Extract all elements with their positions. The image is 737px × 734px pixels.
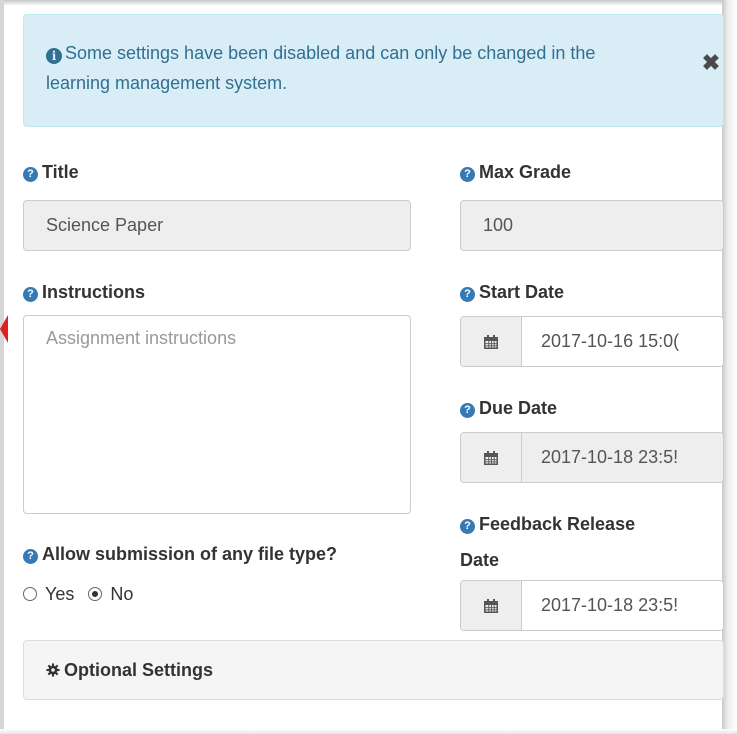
instructions-label: ? Instructions <box>23 280 145 304</box>
info-circle-icon: i <box>46 48 62 64</box>
calendar-icon <box>484 450 498 465</box>
radio-yes[interactable] <box>23 587 37 601</box>
due-date-group: 2017-10-18 23:5! <box>460 432 724 483</box>
feedback-release-date-input[interactable]: 2017-10-18 23:5! <box>522 581 723 630</box>
help-icon[interactable]: ? <box>23 287 38 302</box>
calendar-icon <box>484 334 498 349</box>
instructions-textarea[interactable] <box>23 315 411 514</box>
allow-any-file-type-radios: Yes No <box>23 582 147 606</box>
optional-settings-panel[interactable]: Optional Settings <box>23 640 724 700</box>
feedback-release-date-group: 2017-10-18 23:5! <box>460 580 724 631</box>
help-icon[interactable]: ? <box>460 519 475 534</box>
max-grade-label-text: Max Grade <box>479 162 572 182</box>
dialog-top-shadow <box>0 0 737 5</box>
feedback-release-date-label: ? Feedback Release <box>460 512 635 536</box>
due-date-label: ? Due Date <box>460 396 557 420</box>
radio-no[interactable] <box>88 587 103 601</box>
close-icon[interactable]: ✖ <box>700 52 722 74</box>
help-icon[interactable]: ? <box>23 549 38 564</box>
title-input[interactable]: Science Paper <box>23 200 411 251</box>
info-alert: i Some settings have been disabled and ca… <box>23 14 724 127</box>
max-grade-input[interactable]: 100 <box>460 200 724 251</box>
calendar-icon <box>484 598 498 613</box>
red-arrow-icon <box>0 315 8 343</box>
title-label-text: Title <box>42 162 79 182</box>
start-date-calendar-button[interactable] <box>461 317 522 366</box>
help-icon[interactable]: ? <box>460 167 475 182</box>
start-date-input[interactable]: 2017-10-16 15:0( <box>522 317 723 366</box>
due-date-calendar-button[interactable] <box>461 433 522 482</box>
radio-no-label[interactable]: No <box>110 584 133 605</box>
feedback-release-label-line1: Feedback Release <box>479 514 636 534</box>
start-date-label-text: Start Date <box>479 282 565 302</box>
help-icon[interactable]: ? <box>460 403 475 418</box>
dialog-left-border <box>0 0 4 734</box>
start-date-group: 2017-10-16 15:0( <box>460 316 724 367</box>
max-grade-label: ? Max Grade <box>460 160 571 184</box>
alert-text: Some settings have been disabled and can… <box>46 43 596 93</box>
help-icon[interactable]: ? <box>23 167 38 182</box>
due-date-input[interactable]: 2017-10-18 23:5! <box>522 433 723 482</box>
feedback-release-date-label-line2: Date <box>460 550 500 570</box>
dialog-right-edge <box>722 0 737 734</box>
optional-settings-label: Optional Settings <box>64 659 214 680</box>
assignment-settings-dialog: i Some settings have been disabled and ca… <box>0 0 737 734</box>
feedback-release-calendar-button[interactable] <box>461 581 522 630</box>
gear-icon <box>46 663 60 677</box>
dialog-bottom-edge <box>0 729 737 734</box>
allow-any-file-type-label: ? Allow submission of any file type? <box>23 542 337 566</box>
start-date-label: ? Start Date <box>460 280 564 304</box>
instructions-label-text: Instructions <box>42 282 146 302</box>
help-icon[interactable]: ? <box>460 287 475 302</box>
title-label: ? Title <box>23 160 79 184</box>
due-date-label-text: Due Date <box>479 398 558 418</box>
radio-yes-label[interactable]: Yes <box>45 584 74 605</box>
allow-any-file-type-label-text: Allow submission of any file type? <box>42 544 338 564</box>
